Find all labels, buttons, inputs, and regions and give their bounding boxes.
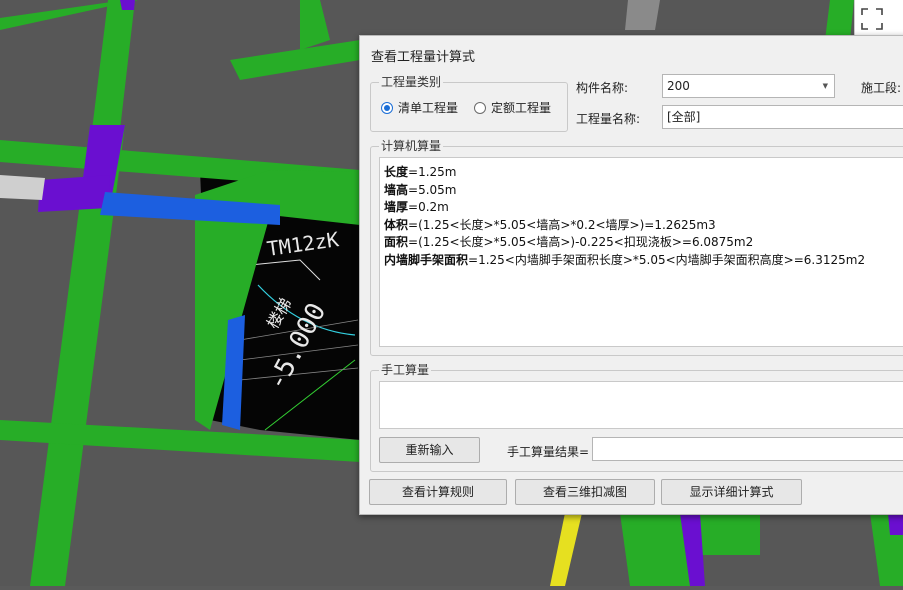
quantity-category-group: 工程量类别 清单工程量 定额工程量 [370, 74, 568, 132]
manual-calc-textarea[interactable] [379, 381, 903, 429]
quantity-name-select[interactable]: [全部] [662, 105, 903, 129]
component-name-label: 构件名称: [576, 81, 629, 95]
computer-calc-textarea[interactable]: 长度=1.25m 墙高=5.05m 墙厚=0.2m 体积=(1.25<长度>*5… [379, 157, 903, 347]
radio-bill-quantity[interactable]: 清单工程量 [381, 99, 458, 116]
quantity-formula-dialog: 查看工程量计算式 工程量类别 清单工程量 定额工程量 构件名称: 200 ▼ 施… [359, 35, 903, 515]
calc-line: 墙厚=0.2m [384, 200, 449, 214]
calc-line: 体积=(1.25<长度>*5.05<墙高>*0.2<墙厚>)=1.2625m3 [384, 217, 716, 232]
component-name-value: 200 [667, 79, 690, 93]
radio-unchecked-icon[interactable] [474, 101, 486, 114]
radio-bill-quantity-label: 清单工程量 [398, 101, 459, 115]
radio-checked-icon[interactable] [381, 101, 393, 114]
quantity-category-legend: 工程量类别 [379, 74, 444, 90]
construction-segment-label: 施工段: [861, 81, 902, 95]
fullscreen-icon[interactable] [861, 8, 883, 30]
calc-line: 内墙脚手架面积=1.25<内墙脚手架面积长度>*5.05<内墙脚手架面积高度>=… [384, 252, 866, 267]
manual-result-label: 手工算量结果= [507, 445, 590, 459]
component-name-select[interactable]: 200 ▼ [662, 74, 835, 98]
view-rules-button[interactable]: 查看计算规则 [369, 479, 507, 505]
quantity-name-value: [全部] [667, 110, 701, 124]
view-3d-deduction-button[interactable]: 查看三维扣减图 [515, 479, 655, 505]
manual-calc-group: 手工算量 重新输入 手工算量结果= [370, 362, 903, 472]
manual-calc-legend: 手工算量 [379, 362, 432, 378]
manual-result-input[interactable] [592, 437, 903, 461]
radio-quota-quantity-label: 定额工程量 [491, 101, 552, 115]
calc-line: 长度=1.25m [384, 165, 457, 179]
reenter-button[interactable]: 重新输入 [379, 437, 480, 463]
calc-line: 墙高=5.05m [384, 182, 457, 197]
computer-calc-legend: 计算机算量 [379, 138, 444, 154]
dialog-title: 查看工程量计算式 [371, 50, 476, 65]
calc-lines: 长度=1.25m 墙高=5.05m 墙厚=0.2m 体积=(1.25<长度>*5… [384, 164, 865, 269]
view-toolbar-panel [854, 0, 903, 35]
radio-quota-quantity[interactable]: 定额工程量 [474, 99, 551, 116]
quantity-name-label: 工程量名称: [576, 112, 641, 126]
computer-calc-group: 计算机算量 长度=1.25m 墙高=5.05m 墙厚=0.2m 体积=(1.25… [370, 138, 903, 356]
show-detail-formula-button[interactable]: 显示详细计算式 [661, 479, 802, 505]
chevron-down-icon: ▼ [822, 82, 828, 90]
calc-line: 面积=(1.25<长度>*5.05<墙高>)-0.225<扣现浇板>=6.087… [384, 235, 754, 249]
